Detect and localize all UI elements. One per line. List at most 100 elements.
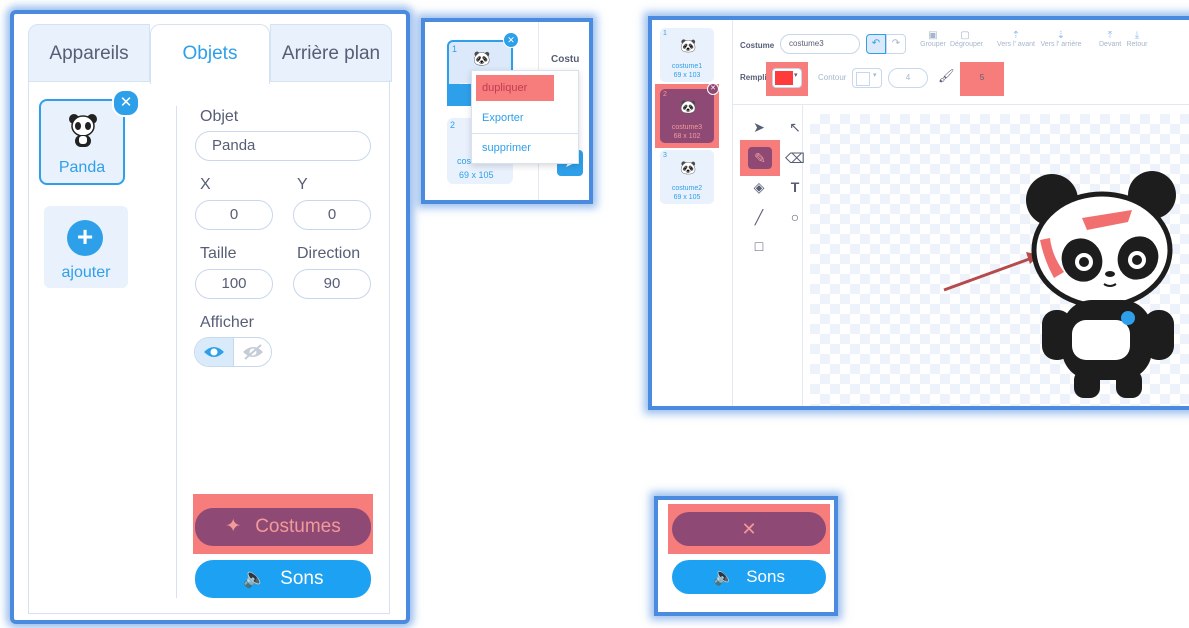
sounds-button[interactable]: 🔈 Sons — [195, 560, 371, 598]
sounds-button-label: Sons — [280, 568, 324, 589]
costume-index: 3 — [663, 152, 667, 159]
close-icon[interactable]: ✕ — [112, 89, 140, 117]
costume-label-partial: Costu — [551, 54, 580, 65]
sprite-card-panda[interactable]: Panda — [39, 99, 125, 185]
object-label: Objet — [200, 108, 239, 125]
menu-duplicate[interactable]: dupliquer — [482, 82, 527, 94]
hide-button[interactable] — [234, 338, 271, 366]
eye-off-icon — [243, 344, 263, 360]
line-tool-icon[interactable]: ╱ — [749, 207, 769, 227]
y-label: Y — [297, 176, 308, 193]
visibility-toggle — [194, 337, 272, 367]
direction-field[interactable]: 90 — [293, 269, 371, 299]
rectangle-tool-icon[interactable]: □ — [749, 236, 769, 256]
back-button[interactable]: ⤓ Retour — [1124, 30, 1150, 48]
y-field[interactable]: 0 — [293, 200, 371, 230]
reshape-tool-icon[interactable]: ↖ — [785, 117, 805, 137]
costume-index: 1 — [452, 44, 458, 54]
chevron-down-icon: ▾ — [873, 72, 877, 79]
eraser-tool-icon[interactable]: ⌫ — [785, 148, 805, 168]
ungroup-button[interactable]: ▢ Dégrouper — [950, 30, 983, 48]
costume-name: costume1 69 x 103 — [671, 63, 703, 79]
close-icon[interactable]: ✕ — [707, 83, 719, 95]
paint-editor-panel: 1 🐼 costume1 69 x 103 2 🐼 costume3 68 x 10… — [648, 16, 1189, 410]
brush-size-field[interactable]: 5 — [964, 68, 1000, 88]
redo-icon[interactable]: ↷ — [886, 34, 906, 54]
fill-color-swatch — [775, 71, 793, 85]
front-icon: ⤒ — [1107, 30, 1113, 41]
costume-item-1[interactable]: 1 🐼 costume1 69 x 103 — [660, 28, 714, 82]
close-icon: ✕ — [741, 519, 757, 539]
group-button[interactable]: ▣ Grouper — [920, 30, 946, 48]
panda-thumbnail-icon — [69, 114, 97, 147]
sounds-button-label: Sons — [746, 567, 785, 586]
show-label: Afficher — [200, 314, 254, 331]
backward-icon: ⇣ — [1056, 30, 1066, 41]
x-label: X — [200, 176, 211, 193]
add-sprite-button[interactable]: + ajouter — [44, 206, 128, 288]
panda-drawing — [943, 171, 1176, 398]
divider — [176, 106, 177, 598]
close-icon[interactable]: ✕ — [503, 32, 519, 48]
outline-color-picker[interactable]: ▾ — [852, 68, 882, 88]
backward-button[interactable]: ⇣ Vers l' arrière — [1040, 30, 1082, 48]
brush-icon: 🖌 — [938, 68, 955, 83]
costume-name-field[interactable]: costume3 — [780, 34, 860, 54]
panda-thumbnail-icon: 🐼 — [680, 99, 697, 114]
sprite-name: Panda — [58, 159, 106, 176]
back-icon: ⤓ — [1134, 30, 1140, 41]
eye-icon — [204, 347, 224, 357]
x-field[interactable]: 0 — [195, 200, 273, 230]
front-button[interactable]: ⤒ Devant — [1099, 30, 1121, 48]
fill-color-picker[interactable]: ▾ — [772, 68, 802, 88]
panda-thumbnail-icon: 🐼 — [680, 38, 697, 53]
costumes-button-label: Costumes — [255, 516, 341, 537]
costumes-button[interactable]: ✦ Costumes — [195, 508, 371, 546]
add-sprite-label: ajouter — [61, 264, 111, 281]
tab-backdrop[interactable]: Arrière plan — [270, 24, 392, 82]
outline-label: Contour — [818, 73, 847, 82]
costume-label: Costume — [740, 41, 775, 50]
show-button[interactable] — [195, 338, 233, 366]
speaker-icon: 🔈 — [242, 568, 267, 589]
panda-thumbnail-icon: 🐼 — [680, 160, 697, 175]
chevron-down-icon: ▾ — [794, 72, 798, 79]
tab-bar: Appareils Arrière plan Objets — [28, 24, 392, 84]
costume-item-3[interactable]: 3 🐼 costume2 69 x 105 — [660, 150, 714, 204]
brush-tool-icon[interactable]: ✎ — [748, 147, 772, 169]
object-name-field[interactable]: Panda — [195, 131, 371, 161]
tab-sprites[interactable]: Objets — [150, 24, 270, 84]
costume-context-panel: 1 co 69 ✕ 🐼 2 costume2 69 x 105 Costu ➤ … — [421, 18, 593, 204]
text-tool-icon[interactable]: T — [785, 177, 805, 197]
speaker-icon: 🔈 — [713, 567, 735, 586]
outline-size-field[interactable]: 4 — [888, 68, 928, 88]
magic-wand-icon: ✦ — [225, 516, 242, 537]
outline-color-swatch — [856, 72, 870, 86]
context-menu: dupliquer Exporter supprimer — [471, 70, 579, 164]
costume-index: 2 — [450, 120, 456, 130]
direction-label: Direction — [297, 245, 361, 262]
close-costumes-button[interactable]: ✕ — [672, 512, 826, 546]
fill-tool-icon[interactable]: ◈ — [749, 177, 769, 197]
costume-index: 2 — [663, 91, 667, 98]
costume-index: 1 — [663, 30, 667, 37]
menu-delete[interactable]: supprimer — [482, 142, 531, 154]
tab-devices[interactable]: Appareils — [28, 24, 150, 82]
forward-button[interactable]: ⇡ Vers l' avant — [996, 30, 1036, 48]
size-label: Taille — [200, 245, 237, 262]
group-icon: ▣ — [928, 30, 938, 41]
sounds-panel: ✕ 🔈 Sons — [654, 496, 838, 616]
panda-thumbnail-icon: 🐼 — [473, 50, 491, 66]
sounds-button[interactable]: 🔈 Sons — [672, 560, 826, 594]
size-field[interactable]: 100 — [195, 269, 273, 299]
select-tool-icon[interactable]: ➤ — [749, 117, 769, 137]
forward-icon: ⇡ — [1011, 30, 1021, 41]
costume-item-2[interactable]: 2 🐼 costume3 68 x 102 — [660, 89, 714, 143]
menu-divider — [472, 133, 578, 134]
circle-tool-icon[interactable]: ○ — [785, 207, 805, 227]
toolbar-divider — [732, 104, 1189, 105]
undo-icon[interactable]: ↶ — [866, 34, 886, 54]
menu-export[interactable]: Exporter — [482, 112, 524, 124]
ungroup-icon: ▢ — [960, 30, 970, 41]
costume-name: costume3 68 x 102 — [671, 124, 703, 140]
